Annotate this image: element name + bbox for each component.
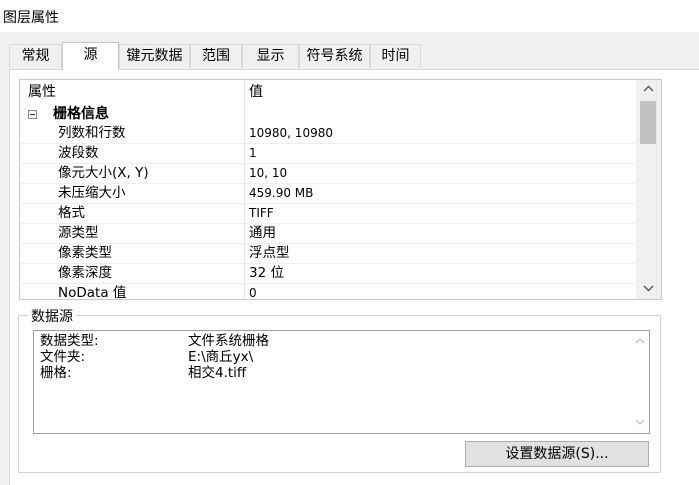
property-grid[interactable]: 属性 值 栅格信息 列数和行数 10980, 10980 波段数 1 像元大小(… [19,79,662,300]
chevron-down-icon[interactable] [631,417,649,428]
row-value: 0 [249,286,257,300]
set-datasource-button[interactable]: 设置数据源(S)... [465,441,649,467]
row-name: 格式 [58,205,85,221]
info-value: E:\商丘yx\ [188,349,254,365]
info-value: 相交4.tiff [188,365,247,381]
property-column-header[interactable]: 属性 [28,80,56,104]
scrollbar-thumb[interactable] [640,101,656,144]
row-name: 像素类型 [58,245,112,261]
row-name: 未压缩大小 [58,185,126,201]
group-row-raster-info[interactable]: 栅格信息 [20,104,635,124]
group-label: 栅格信息 [53,106,109,122]
row-value: 10, 10 [249,166,288,180]
info-key: 数据类型: [40,333,99,349]
row-value: 1 [249,146,257,160]
collapse-icon[interactable] [28,110,37,119]
title-bar: 图层属性 [0,0,699,32]
row-name: 源类型 [58,225,99,241]
grid-row[interactable]: 像素深度 32 位 [20,264,635,284]
row-value: 通用 [249,225,276,241]
tab-extent[interactable]: 范围 [190,44,242,68]
grid-row[interactable]: 未压缩大小 459.90 MB [20,184,635,204]
datasource-title: 数据源 [28,306,76,326]
grid-scrollbar[interactable] [636,80,661,299]
info-scrollbar[interactable] [631,331,649,433]
chevron-down-icon[interactable] [636,280,661,298]
info-value: 文件系统栅格 [188,333,269,349]
chevron-up-icon[interactable] [631,336,649,347]
grid-row[interactable]: 格式 TIFF [20,204,635,224]
tab-source[interactable]: 源 [62,42,119,70]
info-key: 文件夹: [40,349,86,365]
row-value: 459.90 MB [249,186,314,200]
row-value: 32 位 [249,265,284,281]
grid-row[interactable]: 波段数 1 [20,144,635,164]
datasource-info-box[interactable]: 数据类型: 文件系统栅格 文件夹: E:\商丘yx\ 栅格: 相交4.tiff [33,330,650,434]
window-title: 图层属性 [3,10,59,26]
tab-key-metadata[interactable]: 键元数据 [119,44,190,68]
row-value: 10980, 10980 [249,126,333,140]
tab-symbology[interactable]: 符号系统 [299,44,370,68]
row-name: 波段数 [58,145,99,161]
tab-time[interactable]: 时间 [370,44,421,68]
row-name: 列数和行数 [58,125,126,141]
info-key: 栅格: [40,365,72,381]
row-value: TIFF [249,206,274,220]
grid-row[interactable]: 列数和行数 10980, 10980 [20,124,635,144]
row-name: NoData 值 [58,285,127,300]
value-column-header[interactable]: 值 [249,80,263,104]
tab-display[interactable]: 显示 [242,44,299,68]
grid-header: 属性 值 [20,80,635,104]
row-name: 像素深度 [58,265,112,281]
row-name: 像元大小(X, Y) [58,165,149,181]
grid-row[interactable]: 像素类型 浮点型 [20,244,635,264]
grid-row[interactable]: 像元大小(X, Y) 10, 10 [20,164,635,184]
chevron-up-icon[interactable] [636,80,661,98]
row-value: 浮点型 [249,245,290,261]
tab-general[interactable]: 常规 [9,44,62,68]
grid-row[interactable]: NoData 值 0 [20,284,635,300]
grid-row[interactable]: 源类型 通用 [20,224,635,244]
